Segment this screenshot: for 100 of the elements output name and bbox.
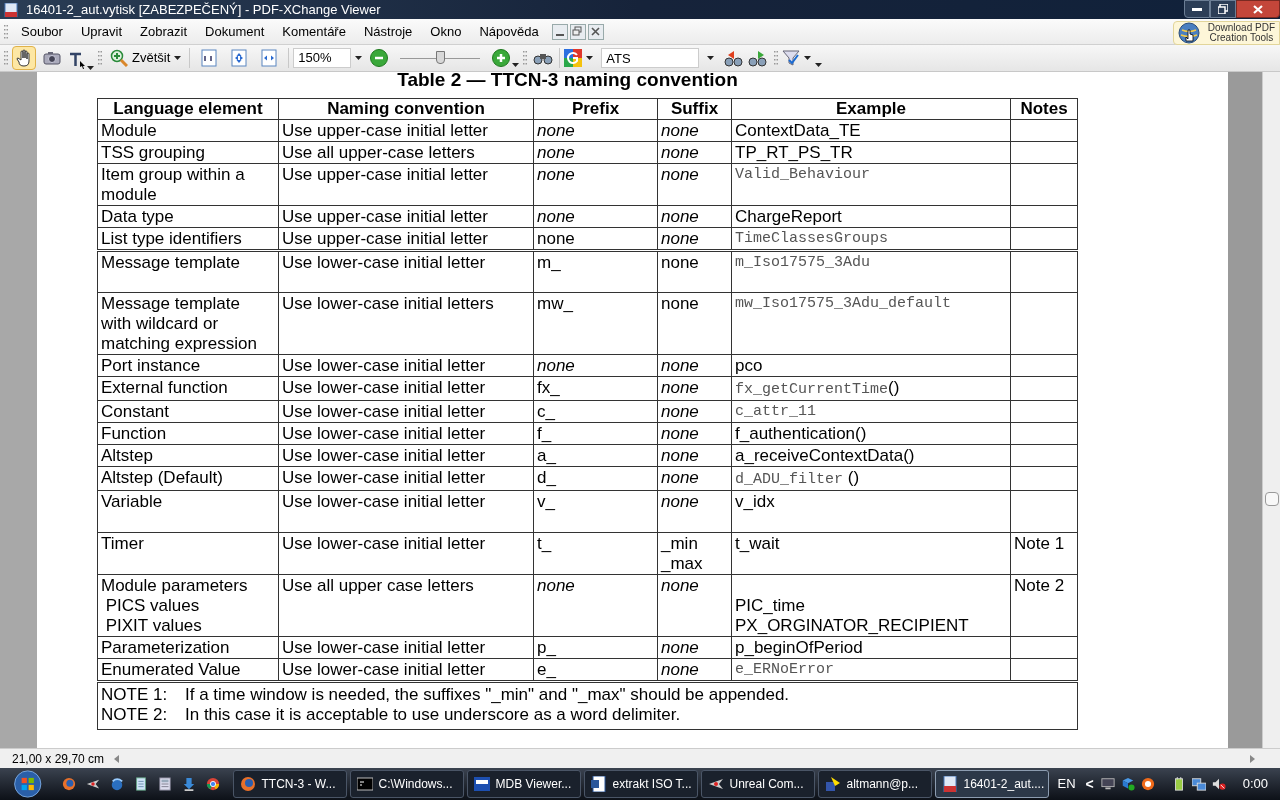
- menu-item[interactable]: Dokument: [196, 21, 274, 42]
- table-cell: TSS grouping: [97, 141, 279, 164]
- table-cell: Use lower-case initial letter: [278, 490, 534, 533]
- start-orb-icon[interactable]: [12, 768, 44, 800]
- page-size-label: 21,00 x 29,70 cm: [11, 750, 106, 768]
- zoom-slider[interactable]: [400, 51, 481, 65]
- column-header: Example: [731, 98, 1011, 120]
- scroll-thumb[interactable]: [1264, 492, 1279, 506]
- table-cell: Use lower-case initial letter: [278, 376, 534, 401]
- menu-item[interactable]: Nástroje: [354, 21, 422, 42]
- table-cell: Note 1: [1010, 532, 1078, 575]
- globe-hand-icon: [1177, 22, 1200, 44]
- column-header: Notes: [1010, 98, 1078, 120]
- menu-item[interactable]: Okno: [421, 21, 471, 42]
- restore-icon: [1218, 4, 1228, 14]
- menu-item[interactable]: Zobrazit: [131, 21, 197, 42]
- notepad-icon[interactable]: [134, 776, 149, 792]
- vertical-scrollbar[interactable]: [1262, 72, 1280, 748]
- box-check-icon[interactable]: [1120, 776, 1135, 792]
- monitor-icon[interactable]: [1100, 776, 1115, 792]
- menu-item[interactable]: Upravit: [71, 21, 132, 42]
- table-cell: ContextData_TE: [731, 119, 1011, 142]
- table-cell: Timer: [97, 532, 279, 575]
- table-cell: fx_: [533, 376, 658, 401]
- table-cell: none: [657, 490, 732, 533]
- show-hidden-icons-button[interactable]: <: [1085, 773, 1094, 795]
- zoom-out-button[interactable]: [370, 49, 389, 67]
- menu-item[interactable]: Soubor: [12, 21, 72, 42]
- zoom-combo[interactable]: 150%: [293, 48, 352, 68]
- table-cell: Use upper-case initial letter: [278, 163, 534, 206]
- hand-tool-button[interactable]: [12, 46, 36, 70]
- caret-icon[interactable]: [512, 63, 520, 67]
- fit-width-icon: [260, 49, 279, 67]
- taskbar-button[interactable]: 16401-2_aut....: [935, 770, 1050, 798]
- download-pdf-tools-button[interactable]: Download PDF Creation Tools: [1172, 21, 1280, 45]
- slider-thumb[interactable]: [436, 51, 446, 64]
- calculator-icon[interactable]: [158, 776, 173, 792]
- note-text: In this case it is acceptable to use underscore as a word delimiter.: [185, 705, 681, 725]
- table-cell: Use lower-case initial letter: [278, 532, 534, 575]
- mdi-close-button[interactable]: [587, 23, 604, 40]
- database-app-icon: [474, 776, 491, 792]
- table-cell: c_: [533, 400, 658, 423]
- scroll-left-icon[interactable]: [114, 754, 120, 763]
- taskbar-button[interactable]: Unreal Com...: [701, 770, 816, 798]
- chrome-icon[interactable]: [206, 776, 221, 792]
- search-engine-button[interactable]: [564, 46, 594, 70]
- toolbar-grip-icon: [774, 50, 779, 66]
- table-cell: Use all upper-case letters: [278, 141, 534, 164]
- table-cell: Module: [97, 119, 279, 142]
- taskbar-button[interactable]: TTCN-3 - W...: [233, 770, 348, 798]
- search-field[interactable]: ATS: [601, 48, 700, 68]
- table-cell: none: [657, 205, 732, 228]
- table-cell: d_: [533, 466, 658, 491]
- table-cell: none: [533, 141, 658, 164]
- language-indicator[interactable]: EN: [1057, 774, 1076, 794]
- document-app-icon: [591, 776, 608, 792]
- mdi-minimize-button[interactable]: [551, 23, 568, 40]
- table-cell: v_idx: [731, 490, 1011, 533]
- table-cell: none: [657, 400, 732, 423]
- firefox-icon[interactable]: [62, 776, 77, 792]
- caret-icon[interactable]: [174, 56, 182, 60]
- zoom-in-button[interactable]: [492, 49, 511, 67]
- restore-button[interactable]: [1210, 0, 1236, 18]
- caret-icon[interactable]: [586, 56, 594, 60]
- mdi-restore-button[interactable]: [569, 23, 586, 40]
- taskbar-button[interactable]: MDB Viewer...: [467, 770, 582, 798]
- table-cell: List type identifiers: [97, 227, 279, 251]
- caret-icon[interactable]: [707, 56, 715, 60]
- mdi-close-icon: [590, 26, 602, 37]
- table-cell: none: [657, 163, 732, 206]
- menu-item[interactable]: Nápověda: [470, 21, 548, 42]
- table-cell: none: [657, 119, 732, 142]
- zoom-in-tool-button[interactable]: Zvětšit: [106, 46, 186, 70]
- scroll-right-icon[interactable]: [1250, 754, 1256, 763]
- column-header: Language element: [97, 98, 279, 120]
- camera-icon: [43, 51, 61, 65]
- minimize-button[interactable]: [1184, 0, 1210, 18]
- taskbar-button[interactable]: altmann@p...: [818, 770, 933, 798]
- note-label: NOTE 1:: [101, 685, 169, 705]
- network-icon[interactable]: [1191, 776, 1206, 792]
- download-arrow-icon[interactable]: [182, 776, 197, 792]
- table-cell: Altstep: [97, 444, 279, 467]
- table-cell: none: [533, 354, 658, 377]
- column-header: Prefix: [533, 98, 658, 120]
- ring-icon[interactable]: [1140, 776, 1155, 792]
- table-cell: c_attr_11: [731, 400, 1011, 423]
- speaker-muted-icon[interactable]: [1211, 776, 1226, 792]
- taskbar-button[interactable]: C:\Windows...: [350, 770, 465, 798]
- hand-icon: [16, 49, 32, 67]
- close-button[interactable]: [1236, 0, 1280, 18]
- caret-icon[interactable]: [87, 66, 94, 70]
- taskbar-button[interactable]: extrakt ISO T...: [584, 770, 699, 798]
- clock[interactable]: 0:00: [1242, 774, 1269, 794]
- table-cell: d_ADU_filter (): [731, 466, 1011, 491]
- table-cell: m_Iso17575_3Adu: [731, 250, 1011, 293]
- table-cell: Enumerated Value: [97, 658, 279, 682]
- menu-item[interactable]: Komentáře: [273, 21, 355, 42]
- table-cell: none: [657, 422, 732, 445]
- toolbar-grip-icon: [523, 50, 528, 66]
- caret-icon[interactable]: [355, 56, 363, 60]
